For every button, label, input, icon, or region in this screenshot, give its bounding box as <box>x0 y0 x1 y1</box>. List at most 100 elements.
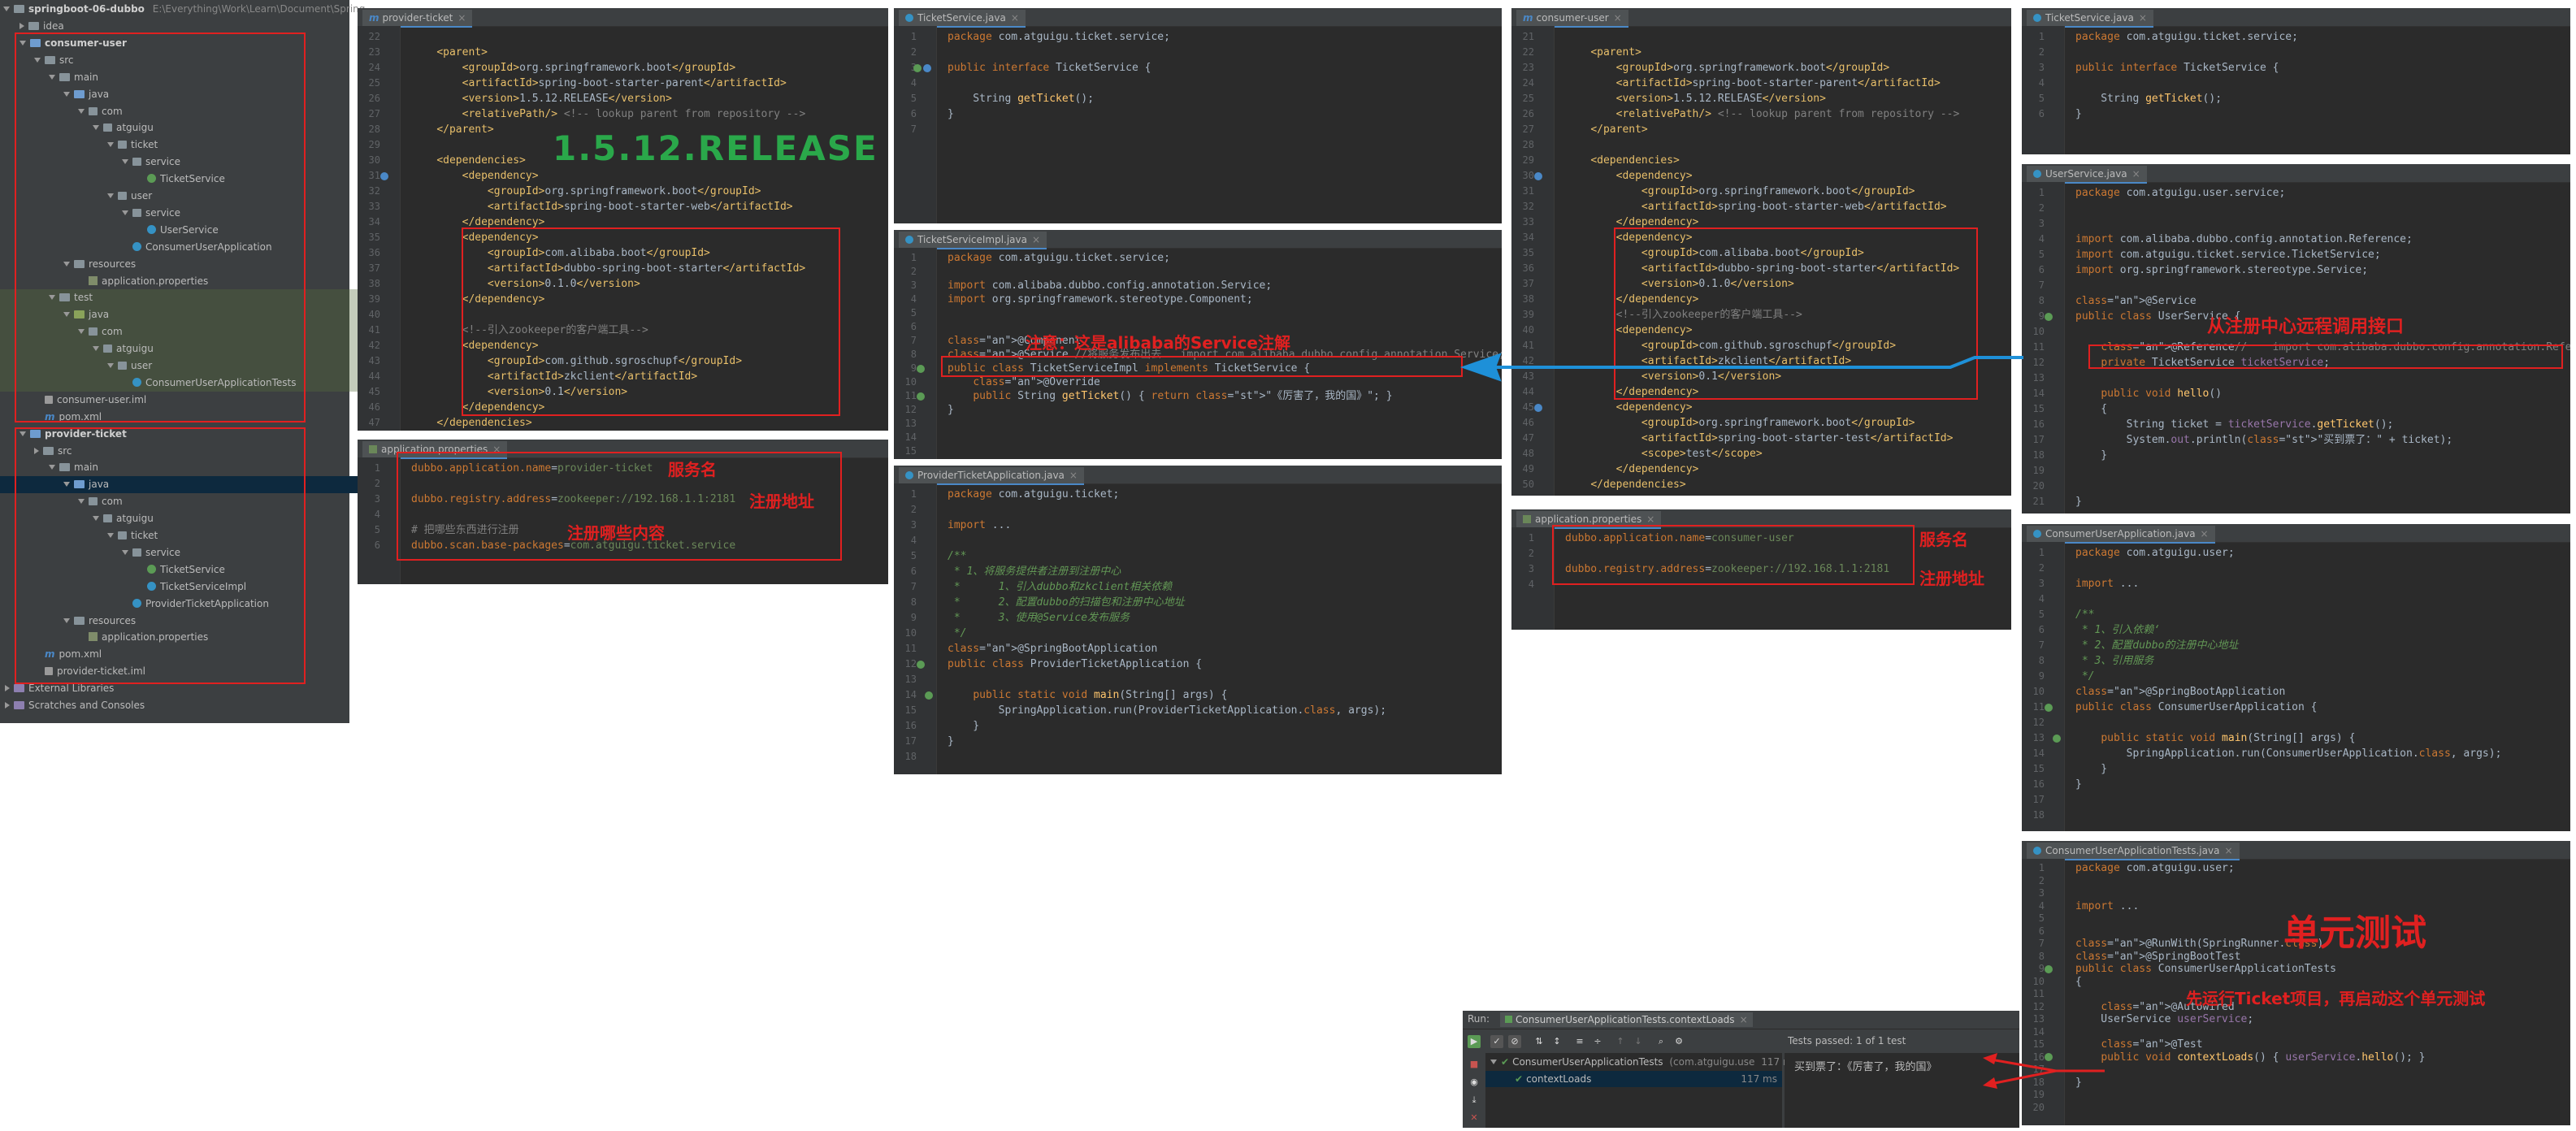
code-line[interactable]: public class ProviderTicketApplication { <box>948 656 1202 672</box>
run-tab[interactable]: ConsumerUserApplicationTests.contextLoad… <box>1500 1012 1753 1027</box>
code-line[interactable]: * 1、将服务提供者注册到注册中心 <box>948 564 1121 579</box>
editor-consumer-application[interactable]: ConsumerUserApplication.java × 1 package co… <box>2022 524 2570 831</box>
code-line[interactable]: import com.atguigu.ticket.service.Ticket… <box>2075 247 2381 262</box>
editor-tab[interactable]: TicketServiceImpl.java × <box>899 232 1047 249</box>
sort-alpha-button[interactable]: ⇅ <box>1533 1035 1546 1048</box>
close-icon[interactable]: × <box>1646 514 1654 525</box>
implements-icon[interactable] <box>917 364 925 373</box>
code-line[interactable]: } <box>2075 1077 2082 1090</box>
code-line[interactable]: <dependencies> <box>1565 153 1680 168</box>
code-line[interactable]: <parent> <box>1565 45 1641 60</box>
stop-button[interactable]: ■ <box>1468 1058 1481 1071</box>
collapse-arrow-icon[interactable] <box>20 23 24 29</box>
maven-goal-icon[interactable] <box>380 171 388 180</box>
code-line[interactable]: </parent> <box>1565 122 1647 137</box>
run-test-icon[interactable] <box>2045 964 2053 973</box>
close-icon[interactable]: × <box>1740 1014 1748 1025</box>
close-icon[interactable]: × <box>1069 470 1078 481</box>
code-line[interactable]: package com.atguigu.user; <box>2075 545 2235 561</box>
code-line[interactable]: <parent> <box>411 45 488 60</box>
code-line[interactable]: public void contextLoads() { userService… <box>2075 1051 2425 1064</box>
code-line[interactable]: package com.atguigu.user.service; <box>2075 185 2285 201</box>
code-line[interactable]: class="an">@SpringBootApplication <box>2075 684 2285 700</box>
close-icon[interactable]: × <box>2224 845 2232 856</box>
close-icon[interactable]: × <box>2201 528 2209 540</box>
test-tree-child[interactable]: ✔ contextLoads 117 ms <box>1485 1071 1782 1087</box>
code-line[interactable]: import ... <box>2075 900 2139 913</box>
close-icon[interactable]: × <box>2132 168 2140 180</box>
editor-userservice[interactable]: UserService.java × 1 package com.atguigu.us… <box>2022 164 2570 514</box>
code-line[interactable]: UserService userService; <box>2075 1013 2253 1026</box>
code-line[interactable]: * 2、配置dubbo的扫描包和注册中心地址 <box>948 595 1185 610</box>
editor-ticketservice-provider[interactable]: TicketService.java × 1 package com.atguigu.… <box>894 8 1502 223</box>
code-line[interactable]: public class ConsumerUserApplicationTest… <box>2075 963 2336 976</box>
code-line[interactable]: <dependency> <box>1565 400 1693 415</box>
editor-tab[interactable]: TicketService.java × <box>2027 10 2153 28</box>
code-line[interactable]: <relativePath/> <!-- lookup parent from … <box>411 106 806 122</box>
code-line[interactable]: { <box>2075 401 2107 417</box>
maven-goal-icon[interactable] <box>1534 403 1542 412</box>
code-line[interactable]: </dependencies> <box>1565 477 1685 492</box>
code-line[interactable]: } <box>948 403 954 417</box>
code-line[interactable]: String getTicket(); <box>2075 91 2222 106</box>
code-line[interactable]: class="an">@Test <box>2075 1038 2202 1051</box>
collapse-arrow-icon[interactable] <box>5 702 10 708</box>
code-line[interactable]: } <box>2075 777 2082 792</box>
code-line[interactable]: import ... <box>2075 576 2139 592</box>
code-line[interactable]: } <box>2075 448 2107 463</box>
editor-tab[interactable]: ConsumerUserApplicationTests.java × <box>2027 843 2240 860</box>
code-line[interactable]: <artifactId>spring-boot-starter-web</art… <box>411 199 793 214</box>
code-line[interactable]: class="an">@Service <box>2075 293 2197 309</box>
prev-failed-button[interactable]: ↑ <box>1614 1035 1627 1048</box>
code-line[interactable]: } <box>2075 494 2082 509</box>
code-line[interactable]: package com.atguigu.ticket.service; <box>948 251 1170 265</box>
pin-icon[interactable]: ⤓ <box>1468 1094 1481 1107</box>
code-line[interactable]: * 3、引用服务 <box>2075 653 2154 669</box>
close-icon[interactable]: × <box>1011 12 1019 24</box>
code-line[interactable]: { <box>2075 976 2082 989</box>
close-icon[interactable]: × <box>458 12 466 24</box>
bean-icon[interactable] <box>2045 312 2053 321</box>
code-line[interactable]: </dependency> <box>1565 462 1699 477</box>
code-line[interactable]: package com.atguigu.ticket.service; <box>2075 29 2298 45</box>
close-icon[interactable]: × <box>1614 12 1622 24</box>
code-line[interactable]: <groupId>org.springframework.boot</group… <box>1565 60 1890 76</box>
code-line[interactable]: String getTicket(); <box>948 91 1094 106</box>
code-line[interactable]: */ <box>2075 669 2095 684</box>
close-icon[interactable]: × <box>2139 12 2147 24</box>
code-line[interactable]: public interface TicketService { <box>948 60 1151 76</box>
collapse-arrow-icon[interactable] <box>5 685 10 692</box>
override-icon[interactable] <box>917 392 925 401</box>
code-line[interactable]: class="an">@SpringBootApplication <box>948 641 1157 656</box>
run-class-icon[interactable] <box>2045 703 2053 712</box>
code-line[interactable]: public interface TicketService { <box>2075 60 2279 76</box>
code-line[interactable]: import com.alibaba.dubbo.config.annotati… <box>948 279 1272 292</box>
code-line[interactable]: <dependency> <box>411 168 539 184</box>
collapse-all-button[interactable]: ÷ <box>1591 1035 1604 1048</box>
code-line[interactable]: * 1、引入dubbo和zkclient相关依赖 <box>948 579 1172 595</box>
code-line[interactable]: public String getTicket() { return class… <box>948 389 1392 403</box>
code-line[interactable]: System.out.println(class="st">"买到票了：" + … <box>2075 432 2453 448</box>
code-line[interactable]: <groupId>org.springframework.boot</group… <box>1565 184 1915 199</box>
passed-filter-button[interactable]: ✓ <box>1490 1035 1503 1048</box>
next-failed-button[interactable]: ↓ <box>1632 1035 1645 1048</box>
ignored-filter-button[interactable]: ⊘ <box>1508 1035 1521 1048</box>
code-line[interactable]: public void hello() <box>2075 386 2222 401</box>
gear-icon[interactable]: ⚙ <box>1672 1035 1685 1048</box>
close-icon[interactable]: × <box>1032 234 1040 245</box>
code-line[interactable]: <version>1.5.12.RELEASE</version> <box>1565 91 1826 106</box>
code-line[interactable]: </parent> <box>411 122 493 137</box>
code-line[interactable]: SpringApplication.run(ConsumerUserApplic… <box>2075 746 2502 761</box>
code-line[interactable]: import org.springframework.stereotype.Co… <box>948 292 1253 306</box>
exit-button[interactable]: ✕ <box>1468 1112 1481 1124</box>
code-line[interactable]: </dependencies> <box>411 415 531 431</box>
code-line[interactable]: import ... <box>948 518 1011 533</box>
code-line[interactable]: String ticket = ticketService.getTicket(… <box>2075 417 2394 432</box>
tree-root[interactable]: springboot-06-dubbo E:\Everything\Work\L… <box>3 1 365 18</box>
code-line[interactable]: <relativePath/> <!-- lookup parent from … <box>1565 106 1960 122</box>
code-line[interactable]: <artifactId>spring-boot-starter-parent</… <box>1565 76 1941 91</box>
code-line[interactable]: package com.atguigu.user; <box>2075 862 2235 875</box>
code-line[interactable]: <artifactId>spring-boot-starter-parent</… <box>411 76 787 91</box>
code-line[interactable]: class="an">@Override <box>948 375 1100 389</box>
run-main-icon[interactable] <box>2053 734 2061 743</box>
